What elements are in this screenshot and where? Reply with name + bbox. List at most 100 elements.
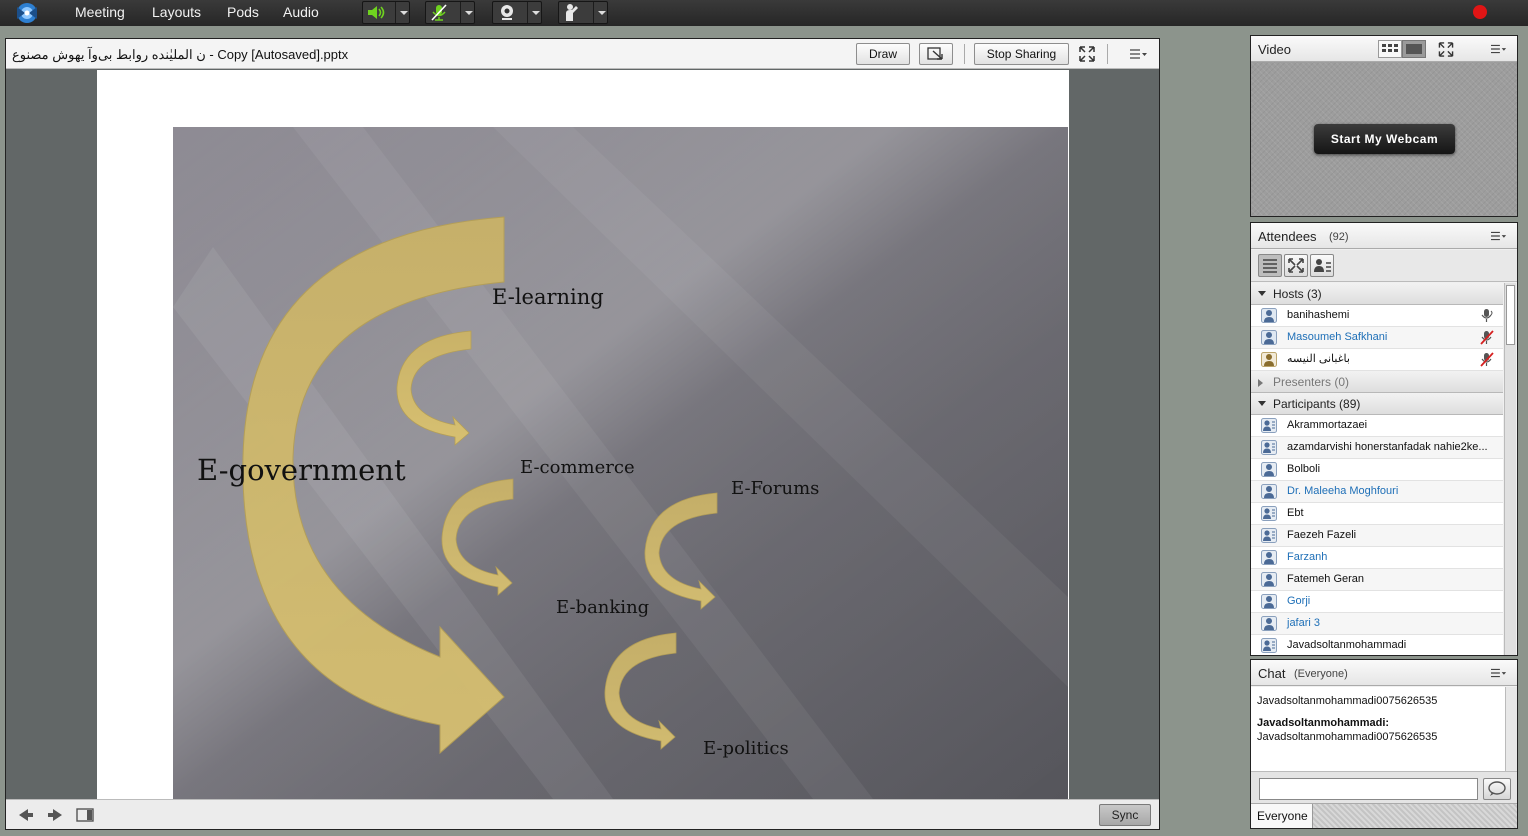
microphone-icon bbox=[1481, 309, 1493, 322]
participant-user-icon bbox=[1261, 616, 1277, 631]
presenters-group-header[interactable]: Presenters (0) bbox=[1251, 371, 1503, 393]
participant-row[interactable]: Farzanh bbox=[1251, 547, 1503, 569]
list-view-button[interactable] bbox=[1258, 254, 1282, 277]
status-control bbox=[558, 1, 608, 24]
share-pod-header: ن الملیٰنده روابط بی‌وآ یهوش مصنوع - Cop… bbox=[6, 39, 1159, 69]
raise-hand-icon[interactable] bbox=[559, 2, 585, 23]
collapse-triangle-icon bbox=[1258, 291, 1266, 296]
fullscreen-icon[interactable] bbox=[1079, 46, 1095, 62]
host-name: banihashemi bbox=[1287, 309, 1350, 321]
toggle-sidebar-icon[interactable] bbox=[76, 807, 94, 823]
menu-audio[interactable]: Audio bbox=[283, 4, 319, 20]
participant-user-icon bbox=[1261, 550, 1277, 565]
sync-button[interactable]: Sync bbox=[1099, 804, 1151, 826]
participant-row[interactable]: Bolboli bbox=[1251, 459, 1503, 481]
webcam-icon[interactable] bbox=[493, 2, 519, 23]
status-view-button[interactable] bbox=[1310, 254, 1334, 277]
previous-slide-icon[interactable] bbox=[17, 807, 35, 823]
header-divider-2 bbox=[1107, 44, 1108, 64]
microphone-muted-icon bbox=[1480, 330, 1494, 345]
scrollbar-thumb[interactable] bbox=[1506, 285, 1515, 345]
app-logo-icon bbox=[17, 3, 37, 23]
participant-name: Faezeh Fazeli bbox=[1287, 529, 1357, 541]
stop-sharing-button[interactable]: Stop Sharing bbox=[974, 43, 1069, 65]
recording-indicator-icon[interactable] bbox=[1473, 5, 1487, 19]
hosts-rows: banihashemi Masoumeh Safkhani باغبانی ال… bbox=[1251, 305, 1503, 371]
participant-row[interactable]: Fatemeh Geran bbox=[1251, 569, 1503, 591]
breakout-icon bbox=[1288, 258, 1304, 273]
chat-messages: Javadsoltanmohammadi0075626535 Javadsolt… bbox=[1251, 687, 1505, 771]
hosts-group-label: Hosts (3) bbox=[1273, 287, 1322, 301]
hosts-group-header[interactable]: Hosts (3) bbox=[1251, 283, 1503, 305]
attendees-pod-menu-icon[interactable] bbox=[1491, 230, 1507, 242]
speaker-control bbox=[362, 1, 410, 24]
participant-row[interactable]: azamdarvishi honerstanfadak nahie2ke... bbox=[1251, 437, 1503, 459]
webcam-dropdown[interactable] bbox=[527, 2, 541, 23]
attendee-list: Hosts (3) banihashemi Masoumeh Safkhani … bbox=[1251, 283, 1503, 655]
video-pod-title: Video bbox=[1258, 42, 1292, 57]
speaker-dropdown[interactable] bbox=[395, 2, 409, 23]
pod-options-menu-icon[interactable] bbox=[1130, 48, 1148, 60]
attendees-pod-header: Attendees (92) bbox=[1251, 223, 1517, 249]
microphone-muted-icon[interactable] bbox=[426, 2, 452, 23]
status-view-icon bbox=[1314, 259, 1331, 272]
participant-row[interactable]: jafari 3 bbox=[1251, 613, 1503, 635]
host-user-icon bbox=[1261, 352, 1277, 367]
participant-row[interactable]: Dr. Maleeha Moghfouri bbox=[1251, 481, 1503, 503]
draw-button[interactable]: Draw bbox=[856, 43, 910, 65]
participant-name: Fatemeh Geran bbox=[1287, 573, 1365, 585]
chat-pod-menu-icon[interactable] bbox=[1491, 667, 1507, 679]
slide-label-e-politics: E-politics bbox=[703, 738, 789, 759]
host-user-icon bbox=[1261, 308, 1277, 323]
guest-user-icon bbox=[1261, 528, 1277, 543]
next-slide-icon[interactable] bbox=[46, 807, 64, 823]
start-webcam-button[interactable]: Start My Webcam bbox=[1314, 124, 1455, 154]
chat-scrollbar[interactable] bbox=[1505, 687, 1517, 771]
collapse-triangle-icon bbox=[1258, 401, 1266, 406]
host-name: باغبانی النیسه bbox=[1287, 353, 1350, 365]
participant-name: Farzanh bbox=[1287, 551, 1328, 563]
attendee-list-scrollbar[interactable] bbox=[1504, 283, 1516, 655]
chat-message-input[interactable] bbox=[1259, 778, 1478, 800]
chat-scope: (Everyone) bbox=[1294, 668, 1348, 680]
host-row[interactable]: banihashemi bbox=[1251, 305, 1503, 327]
host-row[interactable]: Masoumeh Safkhani bbox=[1251, 327, 1503, 349]
chat-input-area bbox=[1251, 771, 1517, 803]
participant-name: jafari 3 bbox=[1287, 617, 1321, 629]
participant-user-icon bbox=[1261, 594, 1277, 609]
participant-name: Akrammortazaei bbox=[1287, 419, 1368, 431]
list-view-icon bbox=[1263, 259, 1277, 273]
participant-name: Ebt bbox=[1287, 507, 1304, 519]
participant-row[interactable]: Gorji bbox=[1251, 591, 1503, 613]
breakout-view-button[interactable] bbox=[1284, 254, 1308, 277]
speaker-icon[interactable] bbox=[363, 2, 389, 23]
menu-pods[interactable]: Pods bbox=[227, 4, 259, 20]
video-layout-toggle[interactable] bbox=[1378, 40, 1426, 58]
participants-group-header[interactable]: Participants (89) bbox=[1251, 393, 1503, 415]
header-divider bbox=[964, 44, 965, 64]
pointer-button[interactable] bbox=[919, 43, 953, 65]
video-pod-menu-icon[interactable] bbox=[1491, 43, 1507, 55]
slide-label-e-government: E-government bbox=[197, 453, 406, 487]
chat-recipient-selector[interactable]: Everyone bbox=[1251, 804, 1313, 828]
participant-user-icon bbox=[1261, 462, 1277, 477]
participant-row[interactable]: Ebt bbox=[1251, 503, 1503, 525]
slide-label-e-learning: E-learning bbox=[492, 285, 604, 309]
chat-sender-name: Javadsoltanmohammadi: bbox=[1257, 717, 1390, 729]
participant-row[interactable]: Faezeh Fazeli bbox=[1251, 525, 1503, 547]
microphone-dropdown[interactable] bbox=[460, 2, 474, 23]
participants-rows: Akrammortazaei azamdarvishi honerstanfada… bbox=[1251, 415, 1503, 655]
slide-page: E-government E-learning E-commerce E-For… bbox=[97, 70, 1069, 799]
participant-row[interactable]: Javadsoltanmohammadi bbox=[1251, 635, 1503, 655]
video-fullscreen-icon[interactable] bbox=[1438, 42, 1454, 57]
status-dropdown[interactable] bbox=[593, 2, 607, 23]
participant-row[interactable]: Akrammortazaei bbox=[1251, 415, 1503, 437]
participants-group-label: Participants (89) bbox=[1273, 397, 1361, 411]
menu-meeting[interactable]: Meeting bbox=[75, 4, 125, 20]
menu-layouts[interactable]: Layouts bbox=[152, 4, 201, 20]
chat-send-button[interactable] bbox=[1483, 778, 1511, 800]
host-row[interactable]: باغبانی النیسه bbox=[1251, 349, 1503, 371]
participant-user-icon bbox=[1261, 484, 1277, 499]
expand-triangle-icon bbox=[1258, 379, 1263, 387]
slide-label-e-banking: E-banking bbox=[556, 597, 650, 618]
